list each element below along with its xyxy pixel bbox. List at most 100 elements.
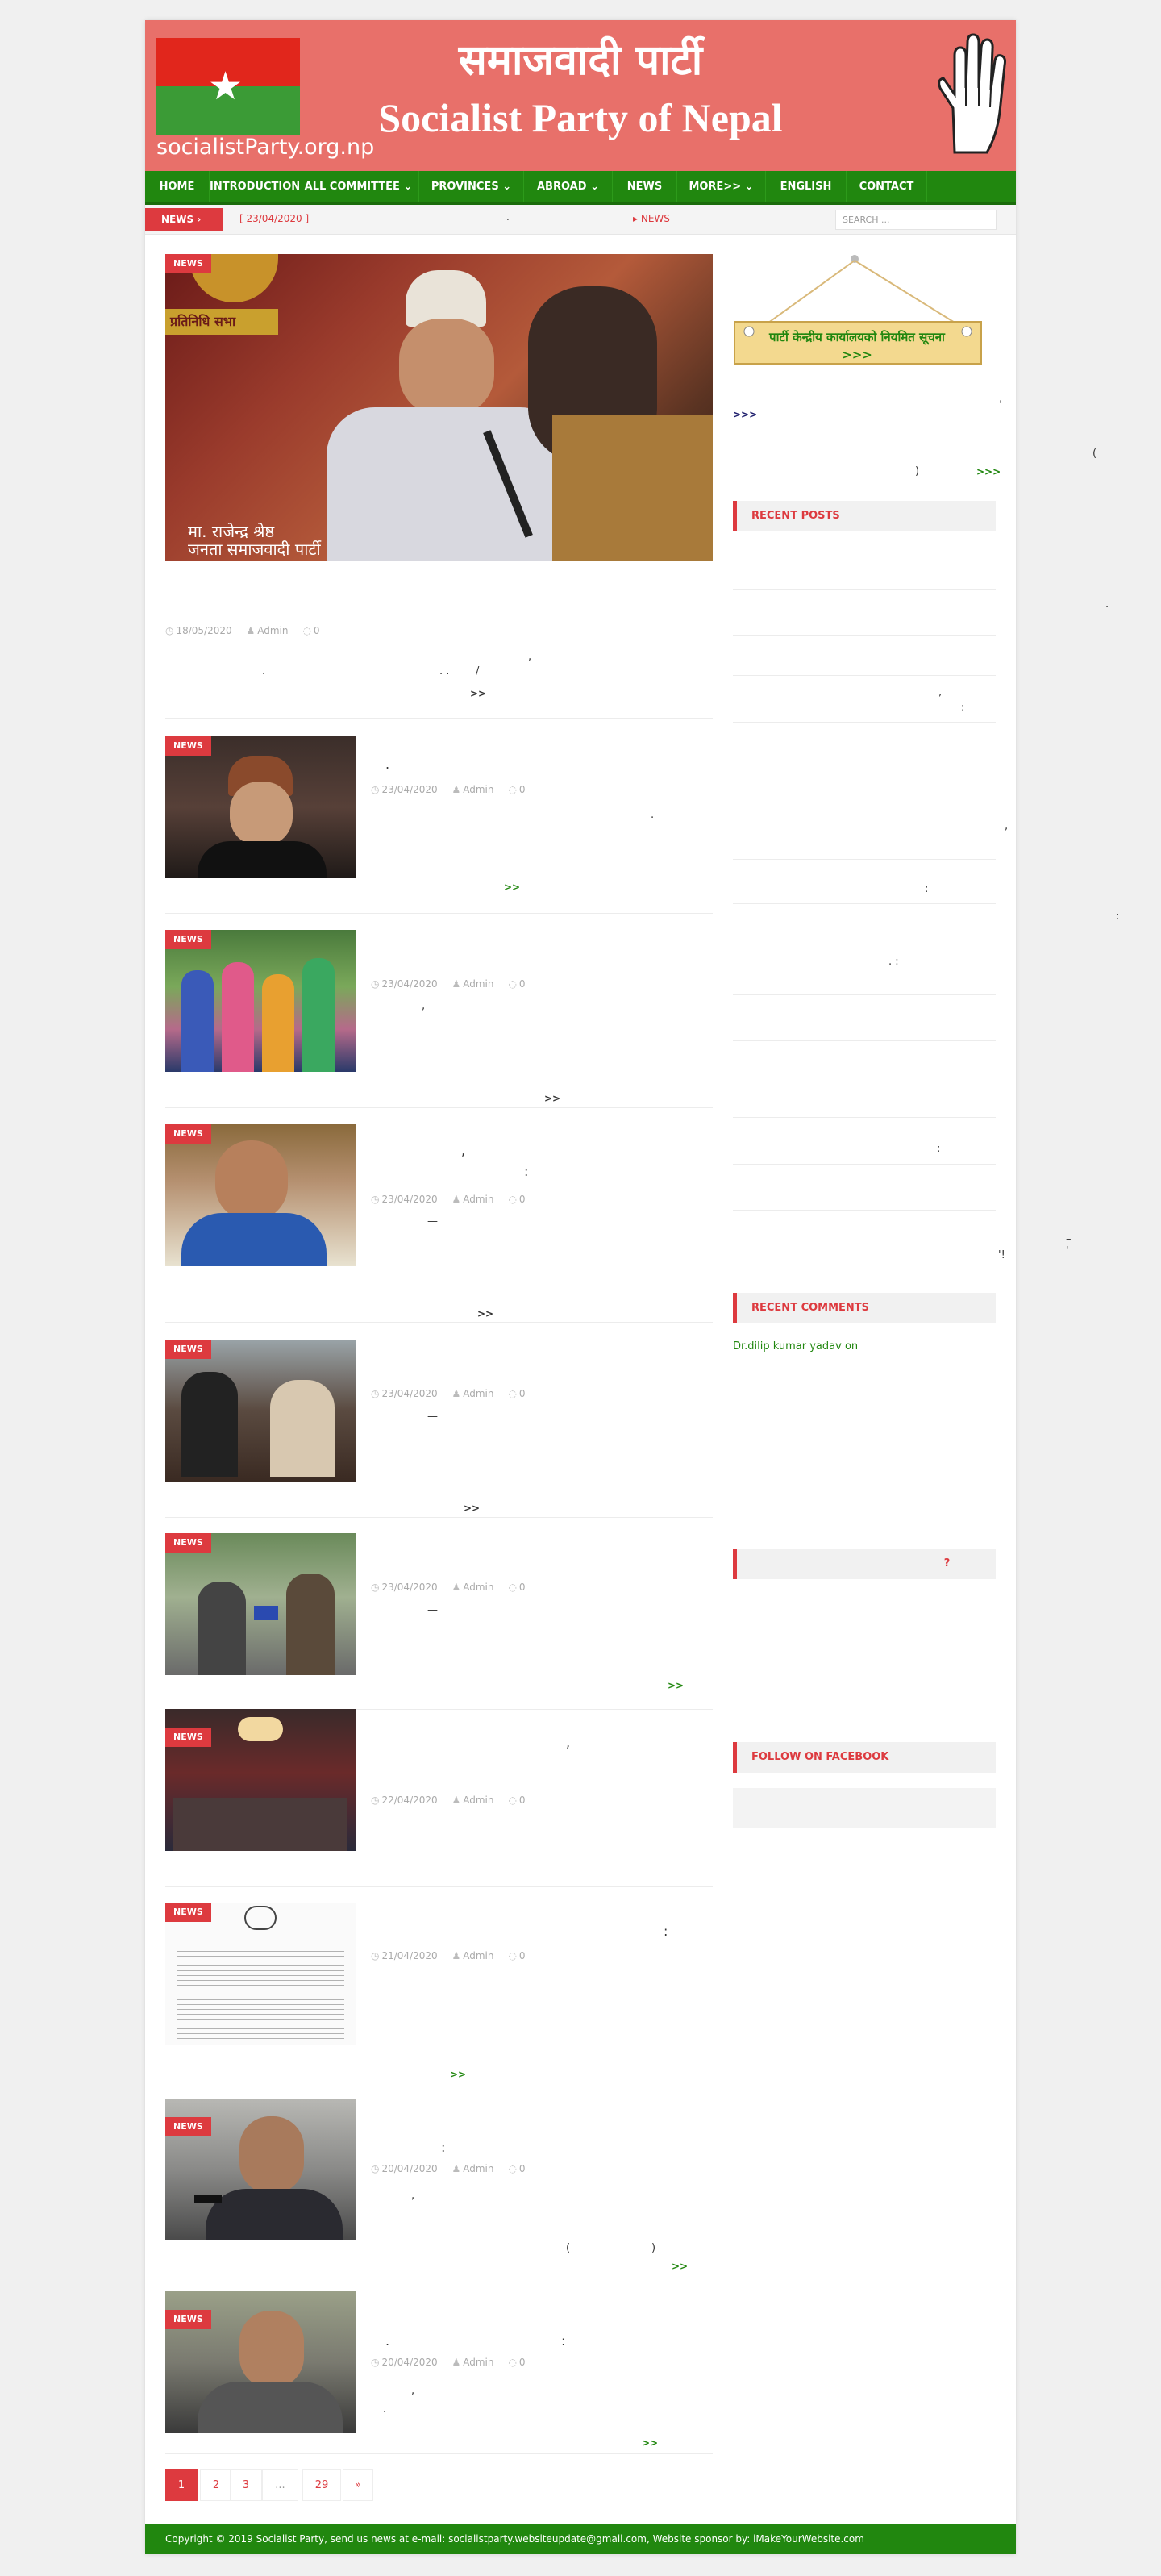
post-author[interactable]: Admin bbox=[463, 2163, 493, 2174]
nav-news[interactable]: NEWS bbox=[613, 171, 677, 202]
post-author[interactable]: Admin bbox=[463, 784, 493, 795]
comment-author-link[interactable]: Dr.dilip kumar yadav on bbox=[733, 1340, 858, 1353]
category-badge[interactable]: NEWS bbox=[165, 1124, 211, 1144]
recent-post-fragment[interactable]: – ' bbox=[1066, 1233, 1072, 1257]
post-title[interactable]: , bbox=[566, 1735, 570, 1750]
page-link[interactable]: 2 bbox=[200, 2469, 232, 2501]
post-title[interactable]: : bbox=[664, 1924, 668, 1939]
post-title[interactable]: : bbox=[561, 2333, 565, 2349]
post-author[interactable]: Admin bbox=[463, 2357, 493, 2368]
post-title[interactable]: . bbox=[385, 757, 389, 772]
post-comments[interactable]: 0 bbox=[314, 625, 320, 636]
post-title[interactable]: : bbox=[441, 2140, 445, 2155]
nav-provinces[interactable]: PROVINCES ⌄ bbox=[419, 171, 524, 202]
sidebar-more-link[interactable]: >>> bbox=[733, 409, 757, 420]
notice-board-text[interactable]: पार्टी केन्द्रीय कार्यालयको नियमित सूचना… bbox=[756, 328, 958, 364]
page-link[interactable]: 29 bbox=[302, 2469, 341, 2501]
featured-image[interactable]: प्रतिनिधि सभा मा. राजेन्द्र श्रेष्ठ जनता… bbox=[165, 254, 713, 561]
post-author[interactable]: Admin bbox=[463, 1582, 493, 1593]
category-badge[interactable]: NEWS bbox=[165, 2310, 211, 2329]
page-link[interactable]: 3 bbox=[230, 2469, 262, 2501]
post-title[interactable]: . bbox=[385, 2333, 389, 2349]
post-title[interactable]: , bbox=[461, 1143, 465, 1158]
ticker-text[interactable]: . bbox=[506, 211, 510, 223]
sidebar-more-link[interactable]: >>> bbox=[976, 466, 1001, 477]
page-link-current[interactable]: 1 bbox=[165, 2469, 198, 2501]
nav-introduction[interactable]: INTRODUCTION bbox=[210, 171, 300, 202]
post-comments[interactable]: 0 bbox=[519, 1388, 526, 1399]
post-thumbnail[interactable] bbox=[165, 930, 356, 1072]
post-comments[interactable]: 0 bbox=[519, 1794, 526, 1806]
category-badge[interactable]: NEWS bbox=[165, 1903, 211, 1922]
post-date[interactable]: 23/04/2020 bbox=[381, 978, 437, 990]
recent-post-fragment[interactable]: , bbox=[1005, 820, 1008, 832]
read-more-link[interactable]: >> bbox=[668, 1680, 684, 1691]
post-date[interactable]: 20/04/2020 bbox=[381, 2357, 437, 2368]
user-icon: ♟ bbox=[452, 1388, 461, 1399]
read-more-link[interactable]: >> bbox=[450, 2069, 466, 2080]
recent-post-fragment[interactable]: : bbox=[961, 702, 964, 714]
read-more-link[interactable]: >> bbox=[464, 1503, 480, 1514]
post-comments[interactable]: 0 bbox=[519, 1194, 526, 1205]
category-badge[interactable]: NEWS bbox=[165, 254, 211, 273]
post-comments[interactable]: 0 bbox=[519, 784, 526, 795]
post-comments[interactable]: 0 bbox=[519, 1582, 526, 1593]
nav-more[interactable]: MORE>> ⌄ bbox=[677, 171, 766, 202]
post-author[interactable]: Admin bbox=[463, 1388, 493, 1399]
category-badge[interactable]: NEWS bbox=[165, 736, 211, 756]
post-date[interactable]: 23/04/2020 bbox=[381, 1388, 437, 1399]
read-more-link[interactable]: >> bbox=[504, 882, 520, 893]
ticker-date[interactable]: [ 23/04/2020 ] bbox=[239, 213, 309, 224]
post-author[interactable]: Admin bbox=[257, 625, 288, 636]
post-thumbnail[interactable] bbox=[165, 1340, 356, 1482]
post-date[interactable]: 23/04/2020 bbox=[381, 784, 437, 795]
category-badge[interactable]: NEWS bbox=[165, 1533, 211, 1553]
nav-english[interactable]: ENGLISH bbox=[766, 171, 847, 202]
read-more-link[interactable]: >> bbox=[544, 1093, 560, 1104]
post-comments[interactable]: 0 bbox=[519, 2163, 526, 2174]
recent-post-fragment[interactable]: : bbox=[1116, 911, 1119, 923]
nav-all-committee[interactable]: ALL COMMITTEE ⌄ bbox=[298, 171, 419, 202]
post-comments[interactable]: 0 bbox=[519, 2357, 526, 2368]
recent-post-fragment[interactable]: , bbox=[938, 686, 942, 698]
post-date[interactable]: 21/04/2020 bbox=[381, 1950, 437, 1961]
recent-post-fragment[interactable]: : bbox=[925, 883, 928, 895]
nav-abroad[interactable]: ABROAD ⌄ bbox=[524, 171, 613, 202]
recent-post-fragment[interactable]: '! bbox=[998, 1249, 1005, 1261]
post-thumbnail[interactable] bbox=[165, 1533, 356, 1675]
next-page-button[interactable]: » bbox=[343, 2469, 373, 2501]
recent-post-fragment[interactable]: – bbox=[1113, 1017, 1118, 1029]
post-date[interactable]: 22/04/2020 bbox=[381, 1794, 437, 1806]
post-date[interactable]: 23/04/2020 bbox=[381, 1194, 437, 1205]
post-author[interactable]: Admin bbox=[463, 1194, 493, 1205]
post-comments[interactable]: 0 bbox=[519, 978, 526, 990]
read-more-link[interactable]: >> bbox=[642, 2437, 658, 2449]
nav-contact[interactable]: CONTACT bbox=[847, 171, 927, 202]
post-thumbnail[interactable] bbox=[165, 736, 356, 878]
category-badge[interactable]: NEWS bbox=[165, 2117, 211, 2136]
recent-post-fragment[interactable]: . : bbox=[888, 956, 899, 968]
post-title[interactable]: : bbox=[524, 1164, 528, 1179]
party-flag-logo[interactable]: ★ bbox=[156, 38, 300, 135]
recent-post-fragment[interactable]: . bbox=[1105, 598, 1109, 611]
nav-home[interactable]: HOME bbox=[145, 171, 210, 202]
category-badge[interactable]: NEWS bbox=[165, 1728, 211, 1747]
recent-post-fragment[interactable]: : bbox=[937, 1143, 940, 1155]
read-more-link[interactable]: >> bbox=[672, 2261, 688, 2272]
search-input[interactable]: SEARCH ... bbox=[835, 210, 997, 230]
post-thumbnail[interactable] bbox=[165, 1903, 356, 2045]
category-badge[interactable]: NEWS bbox=[165, 1340, 211, 1359]
post-author[interactable]: Admin bbox=[463, 1950, 493, 1961]
category-badge[interactable]: NEWS bbox=[165, 930, 211, 949]
read-more-link[interactable]: >> bbox=[470, 688, 486, 699]
ticker-next-item[interactable]: ▸ NEWS bbox=[633, 213, 670, 224]
post-author[interactable]: Admin bbox=[463, 978, 493, 990]
post-date[interactable]: 23/04/2020 bbox=[381, 1582, 437, 1593]
post-comments[interactable]: 0 bbox=[519, 1950, 526, 1961]
facebook-embed[interactable] bbox=[733, 1788, 996, 1828]
post-date[interactable]: 18/05/2020 bbox=[176, 625, 231, 636]
post-date[interactable]: 20/04/2020 bbox=[381, 2163, 437, 2174]
post-thumbnail[interactable] bbox=[165, 1124, 356, 1266]
read-more-link[interactable]: >> bbox=[477, 1308, 493, 1319]
post-author[interactable]: Admin bbox=[463, 1794, 493, 1806]
